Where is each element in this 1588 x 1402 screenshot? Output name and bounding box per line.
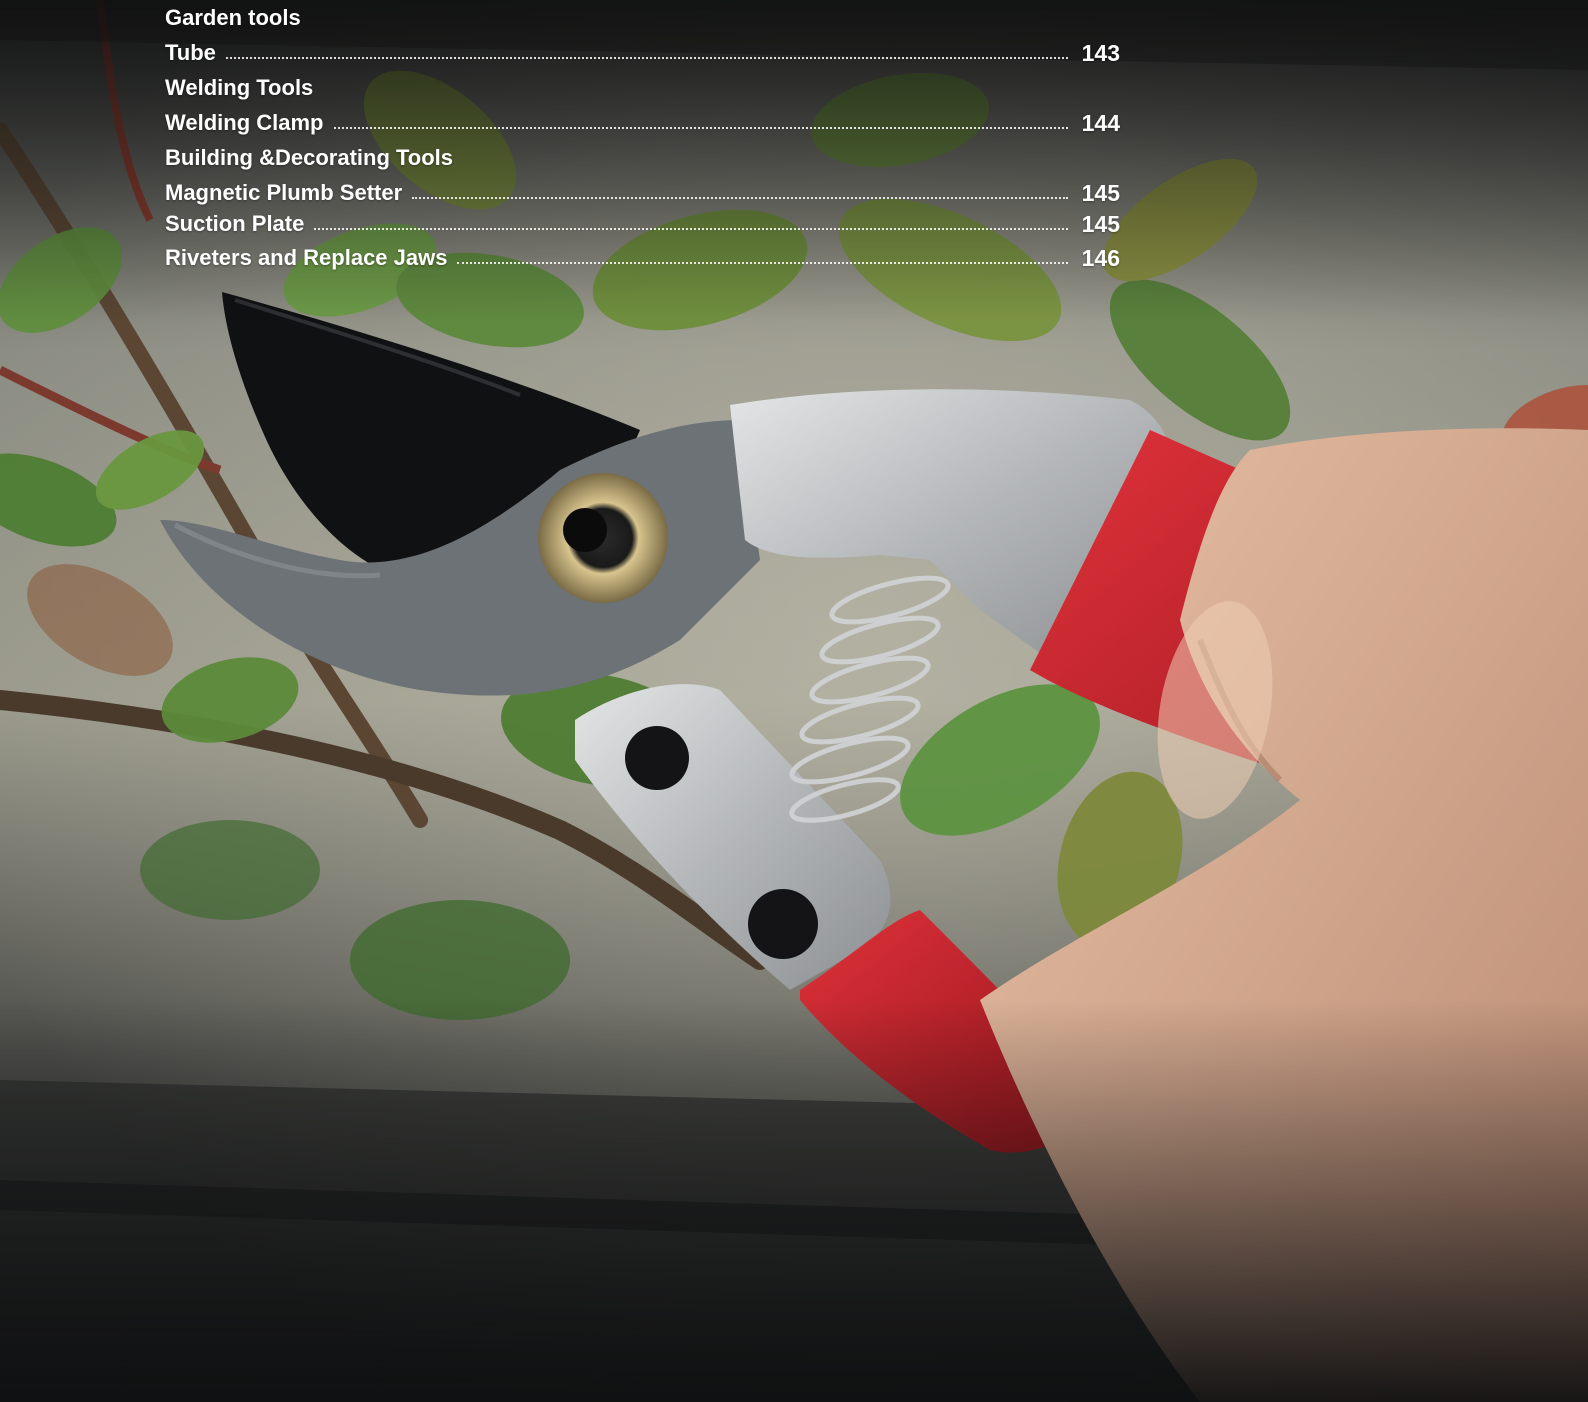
- dotted-leader: [333, 127, 1068, 129]
- toc-entry-label: Welding Clamp: [165, 110, 324, 135]
- dotted-leader: [412, 197, 1068, 199]
- toc-entry-label: Riveters and Replace Jaws: [165, 245, 448, 270]
- toc-entry-suction-plate[interactable]: Suction Plate 145: [165, 211, 1120, 237]
- catalog-page: Garden tools Tube 143 Welding Tools Weld…: [0, 0, 1588, 1402]
- toc-heading-label: Building &Decorating Tools: [165, 145, 454, 170]
- toc-page-number: 145: [1081, 180, 1120, 206]
- toc-entry-tube[interactable]: Tube 143: [165, 40, 1120, 66]
- toc-heading-garden-tools: Garden tools: [165, 5, 1120, 31]
- toc-heading-building-decorating-tools: Building &Decorating Tools: [165, 145, 1120, 171]
- toc-page-number: 145: [1081, 211, 1120, 237]
- dotted-leader: [314, 228, 1068, 230]
- toc-heading-label: Welding Tools: [165, 75, 314, 100]
- dotted-leader: [457, 262, 1068, 264]
- toc-heading-welding-tools: Welding Tools: [165, 75, 1120, 101]
- toc-heading-label: Garden tools: [165, 5, 301, 30]
- toc-entry-welding-clamp[interactable]: Welding Clamp 144: [165, 110, 1120, 136]
- toc-page-number: 144: [1081, 110, 1120, 136]
- toc-page-number: 146: [1081, 245, 1120, 271]
- toc-entry-magnetic-plumb-setter[interactable]: Magnetic Plumb Setter 145: [165, 180, 1120, 206]
- dotted-leader: [225, 57, 1068, 59]
- toc-entry-label: Magnetic Plumb Setter: [165, 180, 403, 205]
- toc-entry-label: Tube: [165, 40, 216, 65]
- toc-entry-riveters-and-replace-jaws[interactable]: Riveters and Replace Jaws 146: [165, 245, 1120, 271]
- toc-entry-label: Suction Plate: [165, 211, 305, 236]
- toc-page-number: 143: [1081, 40, 1120, 66]
